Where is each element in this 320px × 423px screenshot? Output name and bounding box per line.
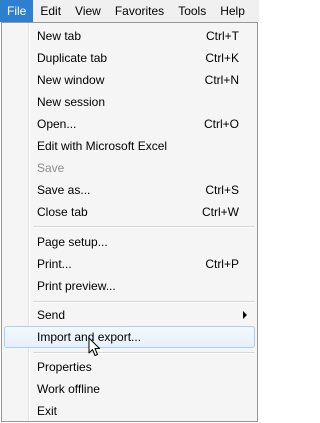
menu-item-label: New window <box>37 73 105 87</box>
arrow-cursor-icon <box>88 337 100 356</box>
menu-help[interactable]: Help <box>213 0 249 22</box>
menu-item-label: Edit with Microsoft Excel <box>37 139 168 153</box>
menu-item-save: Save <box>4 157 255 179</box>
menu-item-label: Close tab <box>37 205 88 219</box>
menu-separator <box>33 226 255 228</box>
menu-separator <box>33 352 255 354</box>
menu-item-label: Properties <box>37 360 92 374</box>
menu-tools[interactable]: Tools <box>171 0 213 22</box>
menu-item-label: Print preview... <box>37 279 116 293</box>
menu-item-new-window[interactable]: New window Ctrl+N <box>4 69 255 91</box>
menu-item-close-tab[interactable]: Close tab Ctrl+W <box>4 201 255 223</box>
file-menu-dropdown: New tab Ctrl+T Duplicate tab Ctrl+K New … <box>1 22 258 422</box>
menu-item-label: New session <box>37 95 106 109</box>
menu-item-label: Duplicate tab <box>37 51 108 65</box>
menu-item-edit-with-excel[interactable]: Edit with Microsoft Excel <box>4 135 255 157</box>
menu-item-page-setup[interactable]: Page setup... <box>4 231 255 253</box>
menu-item-print[interactable]: Print... Ctrl+P <box>4 253 255 275</box>
menu-item-shortcut: Ctrl+K <box>205 51 239 65</box>
menu-item-label: Work offline <box>37 382 100 396</box>
menu-item-label: Exit <box>37 404 58 418</box>
menu-item-shortcut: Ctrl+W <box>202 205 239 219</box>
menu-bar: File Edit View Favorites Tools Help <box>0 0 259 22</box>
menu-item-label: Send <box>37 308 66 322</box>
menu-item-work-offline[interactable]: Work offline <box>4 378 255 400</box>
menu-item-open[interactable]: Open... Ctrl+O <box>4 113 255 135</box>
menu-item-label: New tab <box>37 29 82 43</box>
menu-item-duplicate-tab[interactable]: Duplicate tab Ctrl+K <box>4 47 255 69</box>
menu-item-properties[interactable]: Properties <box>4 356 255 378</box>
menu-item-import-export[interactable]: Import and export... <box>4 326 255 348</box>
menu-item-new-session[interactable]: New session <box>4 91 255 113</box>
menu-item-label: Print... <box>37 257 72 271</box>
menu-item-save-as[interactable]: Save as... Ctrl+S <box>4 179 255 201</box>
menu-item-shortcut: Ctrl+P <box>205 257 239 271</box>
menu-item-shortcut: Ctrl+T <box>206 29 239 43</box>
menu-item-label: Page setup... <box>37 235 108 249</box>
menu-item-label: Save as... <box>37 183 91 197</box>
menu-file[interactable]: File <box>0 0 34 22</box>
chevron-right-icon <box>243 311 247 319</box>
menu-item-print-preview[interactable]: Print preview... <box>4 275 255 297</box>
menu-item-new-tab[interactable]: New tab Ctrl+T <box>4 25 255 47</box>
menu-separator <box>33 301 255 303</box>
menu-item-label: Open... <box>37 117 77 131</box>
menu-item-shortcut: Ctrl+O <box>203 117 239 131</box>
menu-favorites[interactable]: Favorites <box>108 0 171 22</box>
menu-item-label: Save <box>37 161 65 175</box>
menu-view[interactable]: View <box>68 0 108 22</box>
menu-item-send[interactable]: Send <box>4 304 255 326</box>
menu-item-shortcut: Ctrl+S <box>205 183 239 197</box>
menu-item-exit[interactable]: Exit <box>4 400 255 422</box>
menu-edit[interactable]: Edit <box>33 0 68 22</box>
menu-item-shortcut: Ctrl+N <box>204 73 239 87</box>
